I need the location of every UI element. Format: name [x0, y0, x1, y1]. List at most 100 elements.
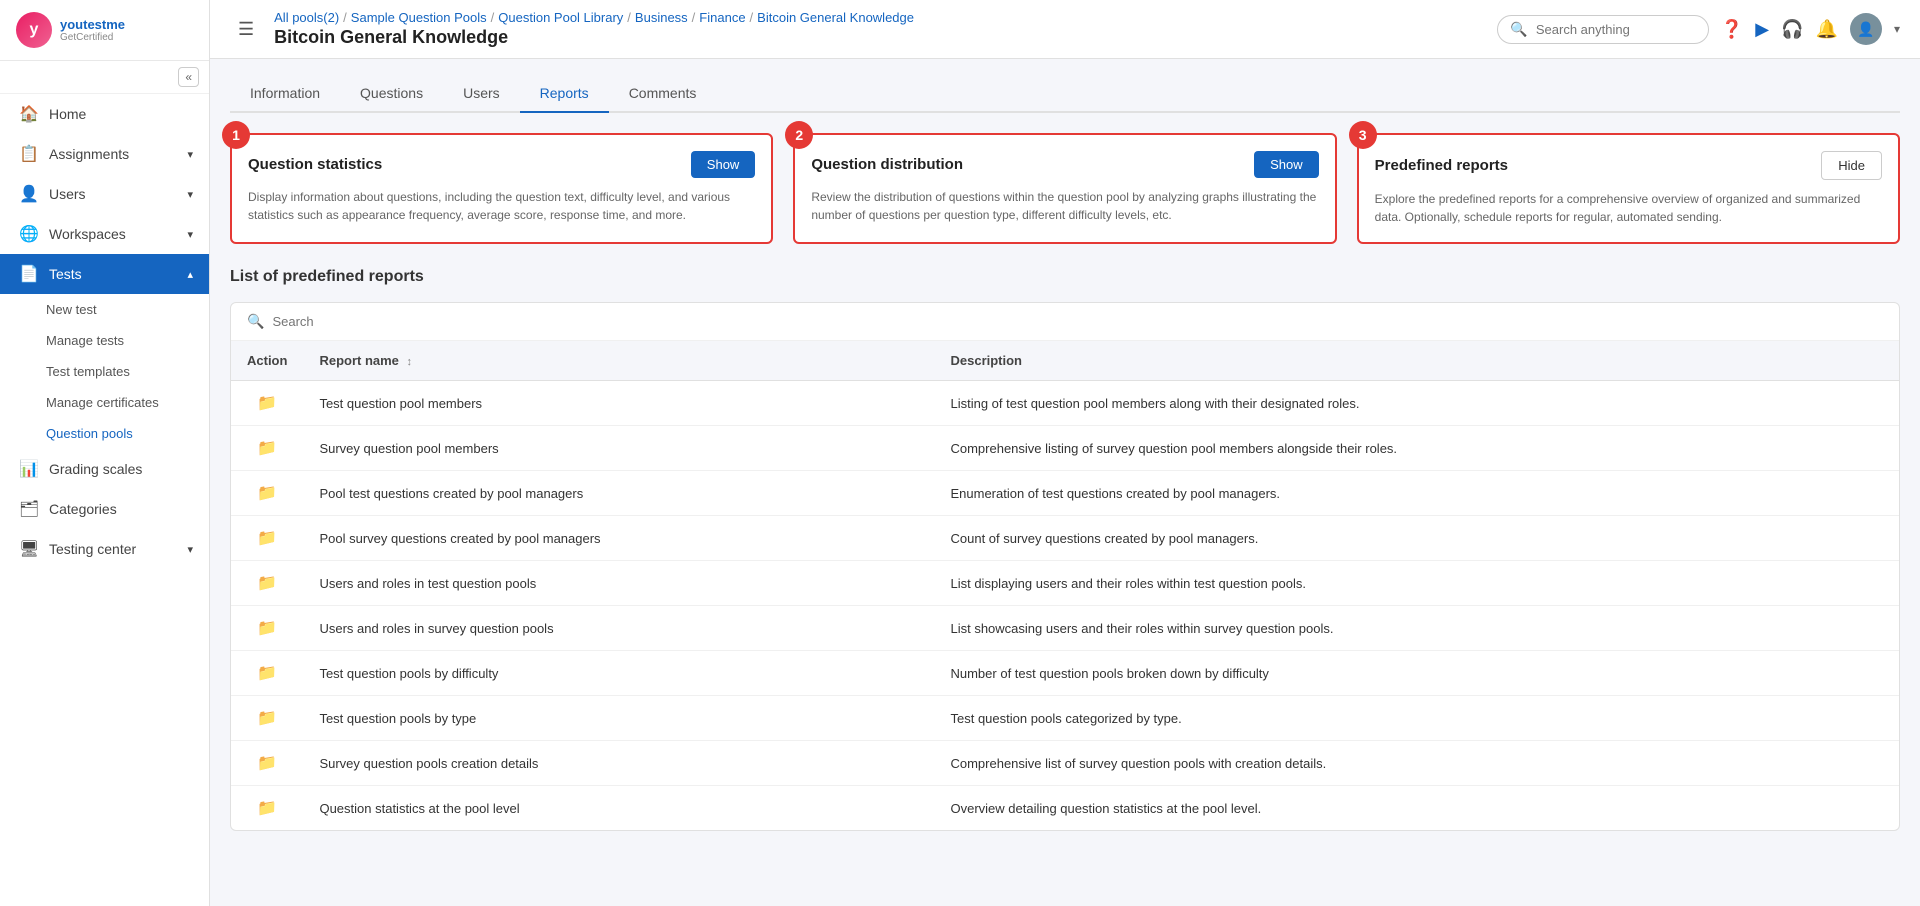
sidebar-item-users[interactable]: 👤 Users ▾ — [0, 174, 209, 214]
sidebar: y youtestme GetCertified « 🏠 Home 📋 Assi… — [0, 0, 210, 906]
sidebar-item-assignments[interactable]: 📋 Assignments ▾ — [0, 134, 209, 174]
card-desc-2: Review the distribution of questions wit… — [811, 188, 1318, 224]
sidebar-item-manage-certificates[interactable]: Manage certificates — [0, 387, 209, 418]
sidebar-item-grading-scales[interactable]: 📊 Grading scales — [0, 449, 209, 489]
table-search-icon: 🔍 — [247, 313, 264, 330]
headset-icon[interactable]: 🎧 — [1781, 19, 1803, 40]
report-name-cell: Question statistics at the pool level — [303, 786, 934, 831]
report-name-cell: Survey question pools creation details — [303, 741, 934, 786]
sidebar-item-test-templates[interactable]: Test templates — [0, 356, 209, 387]
chevron-down-icon[interactable]: ▾ — [1894, 22, 1900, 36]
sidebar-item-workspaces[interactable]: 🌐 Workspaces ▾ — [0, 214, 209, 254]
folder-icon[interactable]: 📁 — [257, 575, 277, 592]
sidebar-item-question-pools[interactable]: Question pools — [0, 418, 209, 449]
avatar[interactable]: 👤 — [1850, 13, 1882, 45]
action-cell: 📁 — [231, 561, 303, 606]
sidebar-item-label: Workspaces — [49, 226, 177, 242]
show-question-distribution-button[interactable]: Show — [1254, 151, 1319, 178]
home-icon: 🏠 — [19, 104, 39, 124]
search-input[interactable] — [1536, 22, 1696, 37]
card-number-3: 3 — [1349, 121, 1377, 149]
users-icon: 👤 — [19, 184, 39, 204]
card-question-statistics: 1 Question statistics Show Display infor… — [230, 133, 773, 244]
breadcrumb-all-pools[interactable]: All pools(2) — [274, 10, 339, 25]
folder-icon[interactable]: 📁 — [257, 485, 277, 502]
tabs: Information Questions Users Reports Comm… — [230, 75, 1900, 113]
sidebar-item-label: Assignments — [49, 146, 177, 162]
action-cell: 📁 — [231, 606, 303, 651]
folder-icon[interactable]: 📁 — [257, 440, 277, 457]
table-row: 📁 Pool test questions created by pool ma… — [231, 471, 1899, 516]
search-icon: 🔍 — [1510, 21, 1527, 38]
breadcrumb-business[interactable]: Business — [635, 10, 688, 25]
sidebar-item-categories[interactable]: 🗂 Categories — [0, 489, 209, 529]
tab-users[interactable]: Users — [443, 75, 520, 113]
assignments-icon: 📋 — [19, 144, 39, 164]
show-question-statistics-button[interactable]: Show — [691, 151, 756, 178]
tests-icon: 📄 — [19, 264, 39, 284]
page-title: Bitcoin General Knowledge — [274, 27, 1485, 48]
sidebar-item-label: Testing center — [49, 541, 177, 557]
action-cell: 📁 — [231, 426, 303, 471]
table-search-input[interactable] — [272, 314, 472, 329]
search-box[interactable]: 🔍 — [1497, 15, 1708, 44]
folder-icon[interactable]: 📁 — [257, 620, 277, 637]
breadcrumb-finance[interactable]: Finance — [699, 10, 745, 25]
notification-icon[interactable]: 🔔 — [1816, 19, 1838, 40]
sidebar-item-home[interactable]: 🏠 Home — [0, 94, 209, 134]
logo: y youtestme GetCertified — [0, 0, 209, 61]
sidebar-item-new-test[interactable]: New test — [0, 294, 209, 325]
collapse-button[interactable]: « — [178, 67, 199, 87]
folder-icon[interactable]: 📁 — [257, 755, 277, 772]
breadcrumb-bitcoin[interactable]: Bitcoin General Knowledge — [757, 10, 914, 25]
description-cell: Test question pools categorized by type. — [934, 696, 1899, 741]
sidebar-item-label: Categories — [49, 501, 193, 517]
tab-information[interactable]: Information — [230, 75, 340, 113]
sidebar-item-label: Tests — [49, 266, 177, 282]
description-cell: Comprehensive listing of survey question… — [934, 426, 1899, 471]
folder-icon[interactable]: 📁 — [257, 710, 277, 727]
tab-reports[interactable]: Reports — [520, 75, 609, 113]
sidebar-item-manage-tests[interactable]: Manage tests — [0, 325, 209, 356]
chevron-right-icon: ▾ — [187, 188, 193, 201]
section-title: List of predefined reports — [230, 268, 1900, 286]
card-title-1: Question statistics — [248, 156, 382, 173]
col-description: Description — [934, 341, 1899, 381]
description-cell: Enumeration of test questions created by… — [934, 471, 1899, 516]
breadcrumb-question-pool-library[interactable]: Question Pool Library — [498, 10, 623, 25]
col-report-name[interactable]: Report name ↕ — [303, 341, 934, 381]
main-area: ☰ All pools(2) / Sample Question Pools /… — [210, 0, 1920, 906]
logo-sub: GetCertified — [60, 32, 125, 43]
logo-text: youtestme — [60, 17, 125, 33]
tab-comments[interactable]: Comments — [609, 75, 717, 113]
help-icon[interactable]: ❓ — [1721, 19, 1743, 40]
tab-questions[interactable]: Questions — [340, 75, 443, 113]
topbar-actions: 🔍 ❓ ▶ 🎧 🔔 👤 ▾ — [1497, 13, 1900, 45]
menu-button[interactable]: ☰ — [230, 15, 262, 44]
card-header-2: Question distribution Show — [811, 151, 1318, 178]
chevron-down-icon: ▴ — [187, 268, 193, 281]
folder-icon[interactable]: 📁 — [257, 530, 277, 547]
report-name-cell: Pool test questions created by pool mana… — [303, 471, 934, 516]
sidebar-item-tests[interactable]: 📄 Tests ▴ — [0, 254, 209, 294]
card-number-1: 1 — [222, 121, 250, 149]
card-desc-1: Display information about questions, inc… — [248, 188, 755, 224]
play-icon[interactable]: ▶ — [1755, 19, 1769, 40]
table-row: 📁 Test question pool members Listing of … — [231, 381, 1899, 426]
action-cell: 📁 — [231, 741, 303, 786]
folder-icon[interactable]: 📁 — [257, 395, 277, 412]
chevron-right-icon: ▾ — [187, 228, 193, 241]
folder-icon[interactable]: 📁 — [257, 665, 277, 682]
hide-predefined-reports-button[interactable]: Hide — [1821, 151, 1882, 180]
action-cell: 📁 — [231, 516, 303, 561]
card-title-3: Predefined reports — [1375, 157, 1508, 174]
chevron-right-icon: ▾ — [187, 543, 193, 556]
sort-icon: ↕ — [407, 356, 413, 368]
report-name-cell: Test question pool members — [303, 381, 934, 426]
breadcrumb-sample-question-pools[interactable]: Sample Question Pools — [351, 10, 487, 25]
sidebar-item-testing-center[interactable]: 🖥 Testing center ▾ — [0, 529, 209, 569]
breadcrumb: All pools(2) / Sample Question Pools / Q… — [274, 10, 1485, 25]
folder-icon[interactable]: 📁 — [257, 800, 277, 817]
description-cell: Count of survey questions created by poo… — [934, 516, 1899, 561]
description-cell: List displaying users and their roles wi… — [934, 561, 1899, 606]
